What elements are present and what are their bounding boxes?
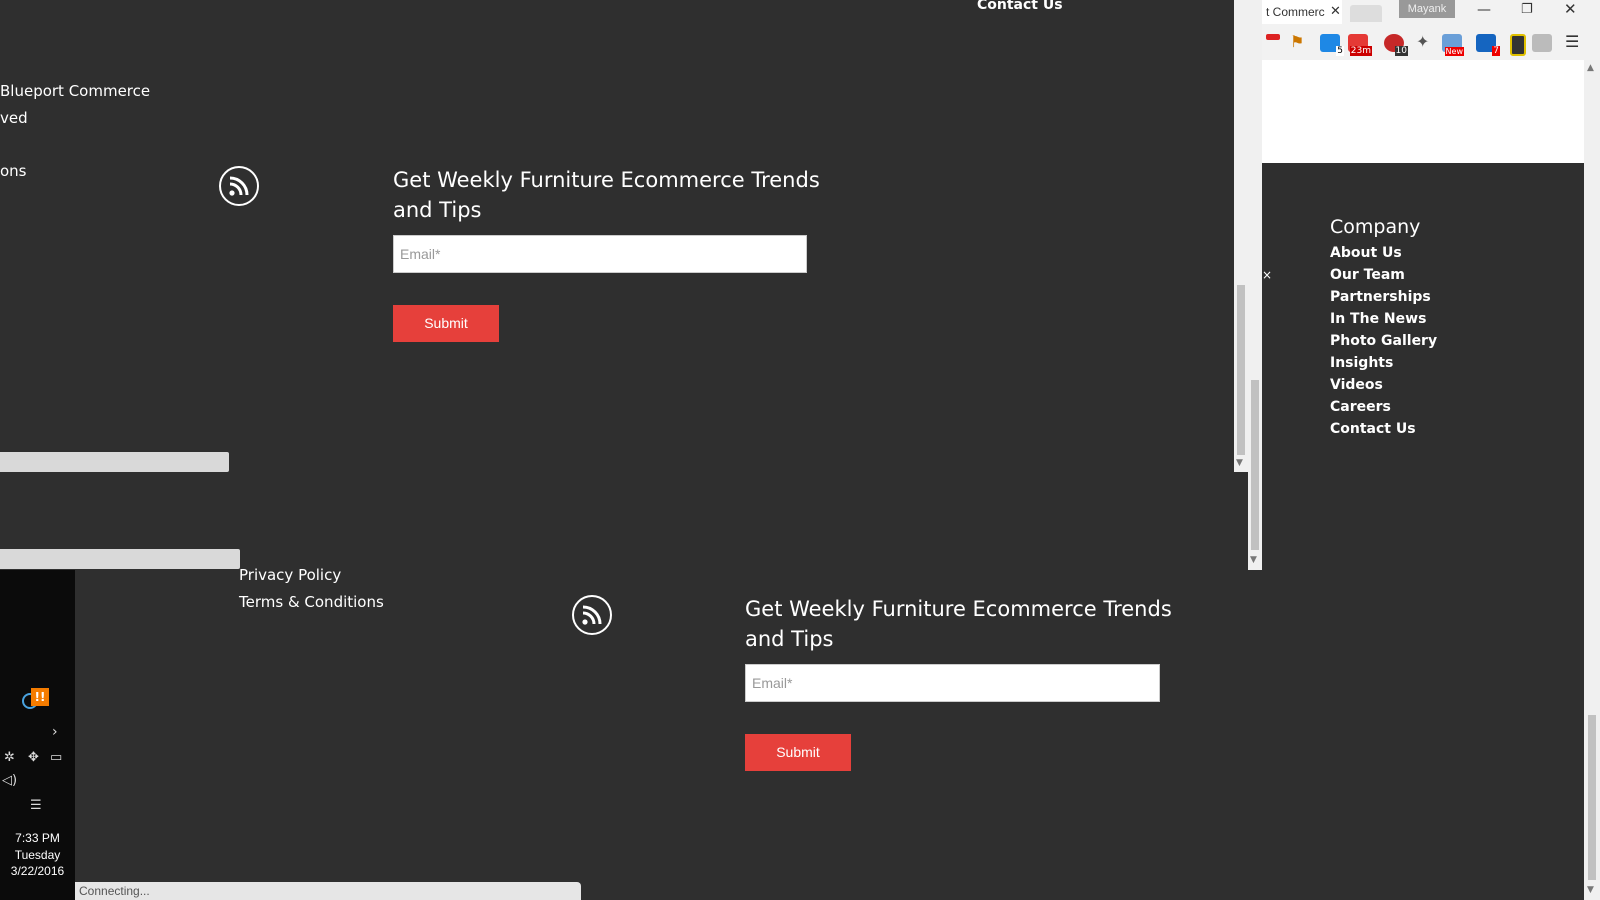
extension-icon[interactable]	[1510, 34, 1526, 56]
scroll-down-icon[interactable]: ▼	[1250, 555, 1257, 565]
newsletter-title-line1: Get Weekly Furniture Ecommerce Trends	[745, 597, 1172, 621]
badge: 23m	[1349, 46, 1372, 56]
extension-icon[interactable]: 23m	[1348, 34, 1372, 56]
rights-fragment: ved	[0, 109, 28, 127]
privacy-policy-link[interactable]: Privacy Policy	[239, 566, 341, 584]
submit-button[interactable]: Submit	[393, 305, 499, 342]
contact-us-link[interactable]: Contact Us	[1330, 421, 1416, 437]
scroll-thumb[interactable]	[1251, 380, 1259, 550]
chevron-right-icon[interactable]: ›	[52, 724, 58, 740]
menu-icon[interactable]: ☰	[1565, 32, 1579, 51]
notifications-icon[interactable]: ☰	[30, 798, 42, 813]
new-tab-button[interactable]	[1350, 5, 1382, 22]
newsletter-title-line2: and Tips	[745, 627, 834, 651]
submit-button[interactable]: Submit	[745, 734, 851, 771]
overlay-bar	[0, 452, 229, 472]
restore-icon[interactable]: ❐	[1521, 2, 1533, 17]
scroll-up-icon[interactable]: ▲	[1587, 63, 1594, 73]
browser-scrollbar[interactable]: ▲ ▼	[1584, 60, 1600, 900]
browser-content	[1262, 60, 1584, 163]
close-icon[interactable]: ×	[1262, 268, 1272, 282]
extension-icon[interactable]	[1532, 34, 1552, 52]
terms-conditions-link[interactable]: Terms & Conditions	[239, 593, 384, 611]
company-name-fragment: Blueport Commerce	[0, 82, 151, 100]
warning-icon[interactable]: !!	[31, 688, 49, 706]
partnerships-link[interactable]: Partnerships	[1330, 289, 1431, 305]
careers-link[interactable]: Careers	[1330, 399, 1391, 415]
scroll-down-icon[interactable]: ▼	[1587, 885, 1594, 895]
videos-link[interactable]: Videos	[1330, 377, 1383, 393]
settings-icon[interactable]: ✲	[4, 750, 15, 765]
scroll-thumb[interactable]	[1588, 715, 1596, 880]
extension-icon[interactable]: 5	[1320, 34, 1344, 56]
newsletter-title-line2: and Tips	[393, 198, 482, 222]
about-us-link[interactable]: About Us	[1330, 245, 1402, 261]
our-team-link[interactable]: Our Team	[1330, 267, 1405, 283]
extension-icon[interactable]: 10	[1384, 34, 1408, 56]
badge: 7	[1492, 46, 1500, 56]
dropbox-icon[interactable]: ✥	[28, 750, 39, 765]
rss-icon[interactable]	[219, 166, 259, 206]
battery-icon[interactable]: ▭	[50, 750, 62, 765]
newsletter-title: Get Weekly Furniture Ecommerce Trends an…	[393, 165, 820, 225]
insights-link[interactable]: Insights	[1330, 355, 1393, 371]
badge: 10	[1394, 46, 1408, 56]
vertical-scrollbar-outer[interactable]: ▼	[1248, 0, 1262, 570]
vertical-scrollbar[interactable]: ▼	[1234, 0, 1248, 472]
rss-icon[interactable]	[572, 595, 612, 635]
clock-day: Tuesday	[14, 848, 61, 862]
extension-icon[interactable]: New	[1442, 34, 1464, 56]
badge: New	[1444, 47, 1464, 56]
in-the-news-link[interactable]: In The News	[1330, 311, 1426, 327]
volume-icon[interactable]: ◁)	[2, 773, 17, 788]
taskbar: !! › ✲ ✥ ▭ ◁) ☰ 7:33 PM Tuesday 3/22/201…	[0, 570, 75, 900]
photo-gallery-link[interactable]: Photo Gallery	[1330, 333, 1437, 349]
browser-chrome: t Commerc ✕ Mayank — ❐ ✕ ⚑ 5 23m 10 ✦ Ne…	[1262, 0, 1600, 60]
tab-title: t Commerc	[1266, 5, 1325, 19]
clock-date: 3/22/2016	[10, 864, 65, 878]
company-heading: Company	[1330, 216, 1421, 238]
conditions-fragment[interactable]: ons	[0, 162, 27, 180]
clock-time[interactable]: 7:33 PM	[0, 831, 75, 845]
minimize-icon[interactable]: —	[1477, 2, 1491, 18]
email-input[interactable]: Email*	[745, 664, 1160, 702]
contact-us-link-top[interactable]: Contact Us	[977, 0, 1063, 13]
extension-icon[interactable]: ⚑	[1290, 32, 1304, 51]
newsletter-title-line1: Get Weekly Furniture Ecommerce Trends	[393, 168, 820, 192]
user-badge[interactable]: Mayank	[1399, 0, 1455, 18]
extension-icon[interactable]	[1266, 34, 1280, 40]
badge: 5	[1336, 46, 1344, 56]
close-icon[interactable]: ✕	[1564, 0, 1577, 18]
newsletter-title: Get Weekly Furniture Ecommerce Trends an…	[745, 594, 1172, 654]
scroll-down-icon[interactable]: ▼	[1236, 458, 1243, 468]
status-bar: Connecting...	[75, 882, 581, 900]
tab-close-icon[interactable]: ✕	[1330, 4, 1341, 19]
company-panel: × Company About Us Our Team Partnerships…	[1262, 163, 1584, 900]
extension-icon[interactable]: 7	[1476, 34, 1500, 56]
email-input[interactable]: Email*	[393, 235, 807, 273]
overlay-bar	[0, 549, 240, 569]
scroll-thumb[interactable]	[1237, 285, 1245, 455]
extension-icon[interactable]: ✦	[1416, 32, 1429, 51]
